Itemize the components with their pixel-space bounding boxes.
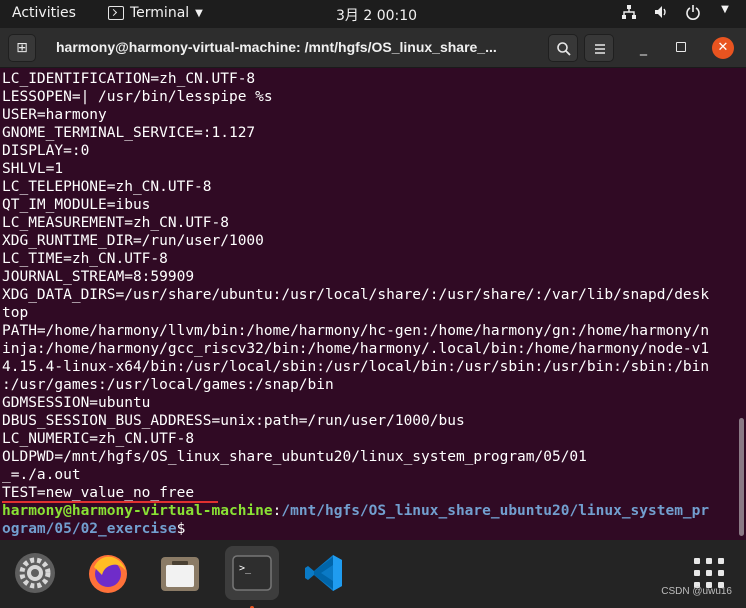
terminal-line: LESSOPEN=| /usr/bin/lesspipe %s [2, 89, 273, 105]
terminal-launcher[interactable]: >_ [225, 546, 279, 608]
terminal-headerbar: ⊞ harmony@harmony-virtual-machine: /mnt/… [0, 28, 746, 68]
vscode-icon [305, 555, 342, 591]
terminal-line: LC_MEASUREMENT=zh_CN.UTF-8 [2, 215, 229, 231]
firefox-icon [89, 555, 127, 593]
terminal-line: XDG_RUNTIME_DIR=/run/user/1000 [2, 233, 264, 249]
hamburger-icon [595, 44, 605, 54]
prompt-symbol: $ [176, 521, 186, 537]
prompt-user: harmony@harmony-virtual-machine [2, 503, 273, 519]
terminal-line: DBUS_SESSION_BUS_ADDRESS=unix:path=/run/… [2, 413, 465, 429]
terminal-line: GNOME_TERMINAL_SERVICE=:1.127 [2, 125, 256, 141]
app-menu[interactable]: Terminal ▼ [108, 5, 203, 21]
maximize-button[interactable] [676, 42, 686, 52]
files-launcher[interactable] [153, 546, 207, 600]
terminal-line: DISPLAY=:0 [2, 143, 90, 159]
folder-icon [161, 557, 199, 591]
prompt-path-continued: ogram/05/02_exercise [2, 521, 177, 537]
terminal-line: LC_TELEPHONE=zh_CN.UTF-8 [2, 179, 212, 195]
terminal-line: SHLVL=1 [2, 161, 64, 177]
prompt-line-continued: ogram/05/02_exercise$ [2, 520, 709, 538]
red-underline-annotation [2, 501, 218, 503]
terminal-line: LC_NUMERIC=zh_CN.UTF-8 [2, 431, 195, 447]
terminal-line: top [2, 305, 29, 321]
terminal-line: inja:/home/harmony/gcc_riscv32/bin:/home… [2, 341, 710, 357]
terminal-line: JOURNAL_STREAM=8:59909 [2, 269, 195, 285]
terminal-line: LC_TIME=zh_CN.UTF-8 [2, 251, 168, 267]
terminal-line: PATH=/home/harmony/llvm/bin:/home/harmon… [2, 323, 710, 339]
terminal-line: OLDPWD=/mnt/hgfs/OS_linux_share_ubuntu20… [2, 449, 587, 465]
app-menu-label: Terminal [130, 5, 190, 21]
terminal-line: TEST=new_value_no_free [2, 485, 195, 501]
search-icon [557, 42, 571, 56]
svg-text:>_: >_ [239, 563, 252, 574]
terminal-output[interactable]: LC_IDENTIFICATION=zh_CN.UTF-8 LESSOPEN=| … [0, 68, 746, 540]
firefox-launcher[interactable] [81, 546, 135, 600]
new-tab-icon: ⊞ [16, 40, 28, 56]
settings-gear-icon [15, 553, 55, 593]
terminal-line: 4.15.4-linux-x64/bin:/usr/local/sbin:/us… [2, 359, 710, 375]
terminal-line: GDMSESSION=ubuntu [2, 395, 151, 411]
terminal-text: LC_IDENTIFICATION=zh_CN.UTF-8 LESSOPEN=| … [2, 70, 709, 538]
terminal-line: :/usr/games:/usr/local/games:/snap/bin [2, 377, 334, 393]
terminal-line: _=./a.out [2, 467, 81, 483]
terminal-line: LC_IDENTIFICATION=zh_CN.UTF-8 [2, 71, 256, 87]
menu-button[interactable] [584, 34, 614, 62]
prompt-line: harmony@harmony-virtual-machine:/mnt/hgf… [2, 502, 709, 520]
top-bar: Activities Terminal ▼ 3月 2 00:10 ▼ [0, 0, 746, 28]
watermark: CSDN @uwu16 [661, 586, 732, 597]
clock[interactable]: 3月 2 00:10 [336, 5, 417, 25]
caret-down-icon: ▼ [195, 7, 203, 19]
power-icon [684, 4, 702, 24]
network-icon [620, 4, 638, 24]
new-tab-button[interactable]: ⊞ [8, 34, 36, 62]
dock: >_ CSDN @uwu16 [0, 540, 746, 608]
search-button[interactable] [548, 34, 578, 62]
terminal-icon: >_ [232, 555, 272, 591]
minimize-button[interactable]: _ [640, 40, 647, 56]
volume-icon [652, 4, 670, 24]
caret-down-icon: ▼ [721, 4, 729, 15]
scrollbar[interactable] [739, 418, 744, 536]
system-status-area[interactable]: ▼ [620, 4, 734, 24]
close-button[interactable]: ✕ [712, 37, 734, 59]
activities-button[interactable]: Activities [12, 5, 76, 21]
terminal-app-icon [108, 6, 124, 20]
prompt-path: /mnt/hgfs/OS_linux_share_ubuntu20/linux_… [281, 503, 710, 519]
terminal-line: XDG_DATA_DIRS=/usr/share/ubuntu:/usr/loc… [2, 287, 710, 303]
settings-app-launcher[interactable] [8, 546, 62, 600]
terminal-line: USER=harmony [2, 107, 107, 123]
terminal-line: QT_IM_MODULE=ibus [2, 197, 151, 213]
window-title: harmony@harmony-virtual-machine: /mnt/hg… [56, 39, 497, 55]
vscode-launcher[interactable] [297, 546, 351, 600]
